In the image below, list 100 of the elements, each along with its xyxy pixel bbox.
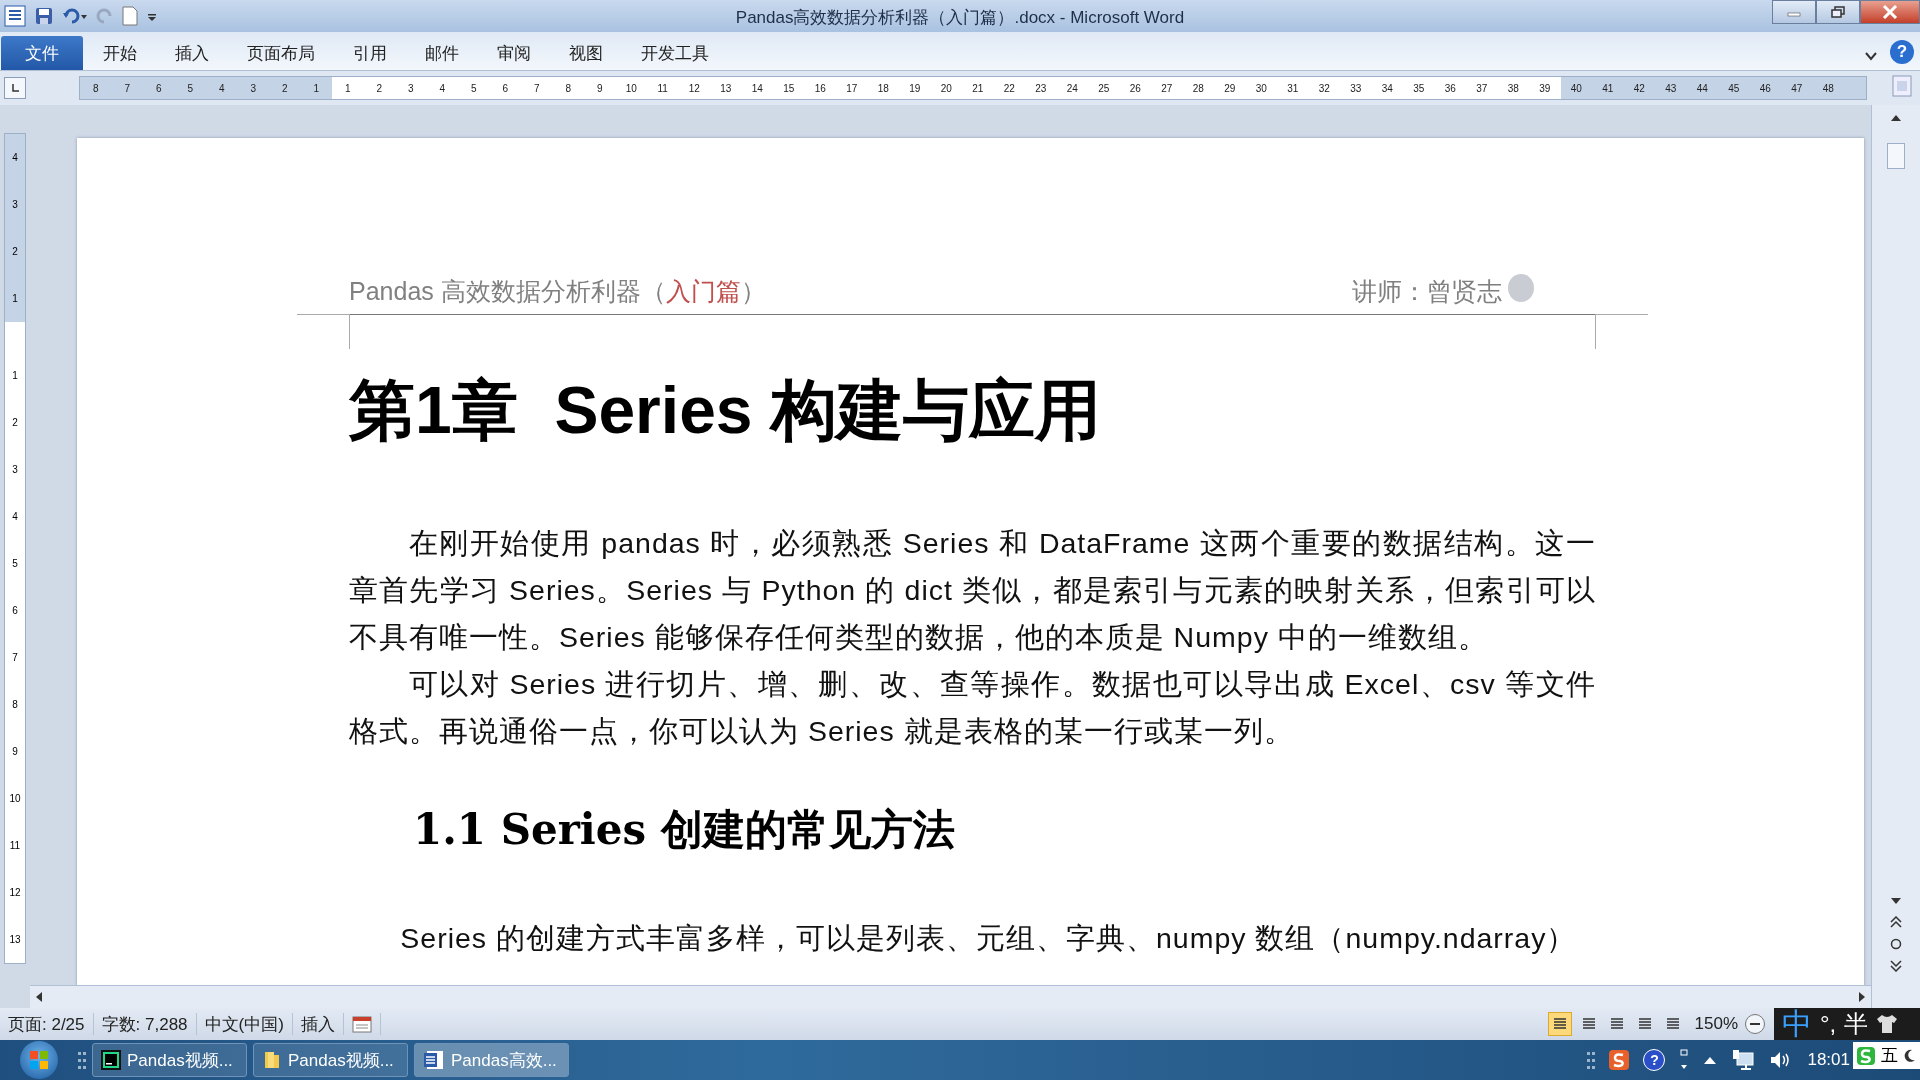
ribbon-tab[interactable]: 页面布局: [229, 36, 333, 70]
clock[interactable]: 18:01: [1807, 1050, 1850, 1070]
zoom-out-icon[interactable]: [1744, 1013, 1766, 1035]
ime-punctuation[interactable]: °,: [1820, 1010, 1837, 1038]
minimize-button[interactable]: [1772, 0, 1816, 24]
close-icon: [1882, 5, 1898, 19]
status-item[interactable]: 插入: [292, 1013, 344, 1035]
ruler-number: 11: [9, 840, 21, 851]
ruler-number: 37: [1476, 82, 1488, 94]
avatar-placeholder: [1508, 274, 1534, 302]
pc-app-icon: [101, 1050, 121, 1070]
status-item[interactable]: 中文(中国): [196, 1013, 293, 1035]
ruler-number: 4: [439, 82, 446, 94]
ruler-number: 7: [124, 82, 131, 94]
ruler-number: 7: [12, 652, 18, 663]
ruler-number: 32: [1318, 82, 1330, 94]
ribbon-tab[interactable]: 引用: [335, 36, 405, 70]
ribbon-tab[interactable]: 文件: [1, 36, 83, 70]
ruler-number: 12: [9, 887, 21, 898]
scroll-right-icon[interactable]: [1857, 991, 1867, 1003]
restore-button[interactable]: [1816, 0, 1860, 24]
ribbon-tab[interactable]: 视图: [551, 36, 621, 70]
ribbon-tab[interactable]: 开始: [85, 36, 155, 70]
macro-record-icon[interactable]: [351, 1015, 372, 1033]
ruler-number: 21: [972, 82, 984, 94]
ruler-number: 46: [1759, 82, 1771, 94]
shirt-icon[interactable]: [1876, 1014, 1899, 1034]
body-paragraph: 可以对 Series 进行切片、增、删、改、查等操作。数据也可以导出成 Excel、csv 等文件格式。再说通俗一点，你可以认为 Series 就是表格的某一行或某一列。: [349, 667, 1596, 750]
scroll-down-icon[interactable]: [1890, 896, 1902, 906]
ruler-number: 3: [12, 199, 18, 210]
ruler-number: 4: [12, 152, 18, 163]
status-item[interactable]: 页面: 2/25: [0, 1013, 94, 1035]
ruler-number: 8: [12, 699, 18, 710]
ruler-number: 3: [250, 82, 257, 94]
scroll-left-icon[interactable]: [34, 991, 44, 1003]
ruler-number: 7: [533, 82, 540, 94]
help-button[interactable]: ?: [1643, 1049, 1666, 1071]
window-title: Pandas高效数据分析利器（入门篇）.docx - Microsoft Word: [735, 8, 1185, 27]
undo-icon[interactable]: [62, 6, 88, 26]
section-heading: 1.1 Series 创建的常见方法: [413, 804, 956, 857]
close-button[interactable]: [1860, 0, 1920, 24]
ruler-number: 15: [783, 82, 795, 94]
ime-logo-icon[interactable]: [1857, 1046, 1875, 1065]
ruler-number: 10: [9, 793, 21, 804]
windows-logo-icon: [29, 1050, 49, 1070]
ruler-number: 35: [1413, 82, 1425, 94]
body-paragraph: 在刚开始使用 pandas 时，必须熟悉 Series 和 DataFrame 这两个重要的数据结构。这一章首先学习 Series。Series 与 Python 的 dict 类似，都是索引与元素的映射关系，但索引可以不具有唯一性。Series 能够保存任何类型的数据，他的本质是 Numpy 中的一维数组。: [349, 526, 1596, 656]
previous-page-icon[interactable]: [1890, 916, 1902, 928]
tab-selector[interactable]: [4, 77, 26, 99]
taskbar-grip-icon: [78, 1050, 86, 1070]
moon-icon[interactable]: [1904, 1048, 1916, 1063]
ribbon-tab[interactable]: 审阅: [479, 36, 549, 70]
body-paragraph: Series 的创建方式丰富多样，可以是列表、元组、字典、numpy 数组（numpy.ndarray）: [399, 920, 1578, 956]
ruler-number: 26: [1129, 82, 1141, 94]
restore-icon: [1831, 6, 1845, 18]
ruler-number: 6: [12, 605, 18, 616]
new-document-icon[interactable]: [122, 6, 138, 26]
ruler-number: 10: [625, 82, 637, 94]
ruler-number: 5: [187, 82, 194, 94]
ruler-number: 24: [1066, 82, 1078, 94]
tray-options-icon[interactable]: [1679, 1049, 1690, 1071]
ruler-number: 48: [1822, 82, 1834, 94]
ruler-number: 8: [565, 82, 572, 94]
network-icon[interactable]: [1731, 1049, 1756, 1071]
ruler-number: 36: [1444, 82, 1456, 94]
ruler-number: 17: [846, 82, 858, 94]
save-icon[interactable]: [34, 6, 54, 26]
help-button[interactable]: ?: [1890, 40, 1914, 64]
ruler-number: 16: [814, 82, 826, 94]
ribbon-tab[interactable]: 插入: [157, 36, 227, 70]
ruler-number: 6: [155, 82, 162, 94]
chapter-heading: 第1章 Series 构建与应用: [349, 372, 1102, 449]
collapse-ribbon-icon[interactable]: [1864, 50, 1878, 62]
ribbon-tab[interactable]: 开发工具: [623, 36, 727, 70]
header-title: Pandas 高效数据分析利器（入门篇）: [349, 276, 766, 307]
ruler-number: 11: [657, 82, 668, 94]
crop-mark: [297, 314, 350, 349]
ime-mode[interactable]: 中: [1782, 1003, 1812, 1045]
ruler-number: 3: [407, 82, 414, 94]
ruler-number: 28: [1192, 82, 1204, 94]
ribbon-tab[interactable]: 邮件: [407, 36, 477, 70]
ruler-number: 1: [344, 82, 351, 94]
ruler-number: 42: [1633, 82, 1645, 94]
ruler-number: 14: [751, 82, 763, 94]
zoom-level[interactable]: 150%: [1694, 1014, 1738, 1034]
taskbar-button[interactable]: Pandas视频...: [92, 1043, 247, 1077]
scrollbar-thumb[interactable]: [1887, 143, 1905, 169]
ime-tray-icon[interactable]: [1609, 1050, 1630, 1070]
ruler-number: 38: [1507, 82, 1519, 94]
header-author: 讲师：曾贤志: [1352, 276, 1502, 307]
ruler-number: 44: [1696, 82, 1708, 94]
ime-width[interactable]: 半: [1844, 1008, 1869, 1040]
next-page-icon[interactable]: [1890, 960, 1902, 972]
show-hidden-icons-icon[interactable]: [1703, 1055, 1718, 1065]
taskbar-button[interactable]: Pandas视频...: [253, 1043, 408, 1077]
start-button[interactable]: [20, 1041, 58, 1079]
browse-object-icon[interactable]: [1890, 938, 1902, 950]
status-item[interactable]: 字数: 7,288: [93, 1013, 197, 1035]
scroll-up-icon[interactable]: [1890, 113, 1902, 123]
print-layout-icon[interactable]: [1547, 1012, 1572, 1036]
